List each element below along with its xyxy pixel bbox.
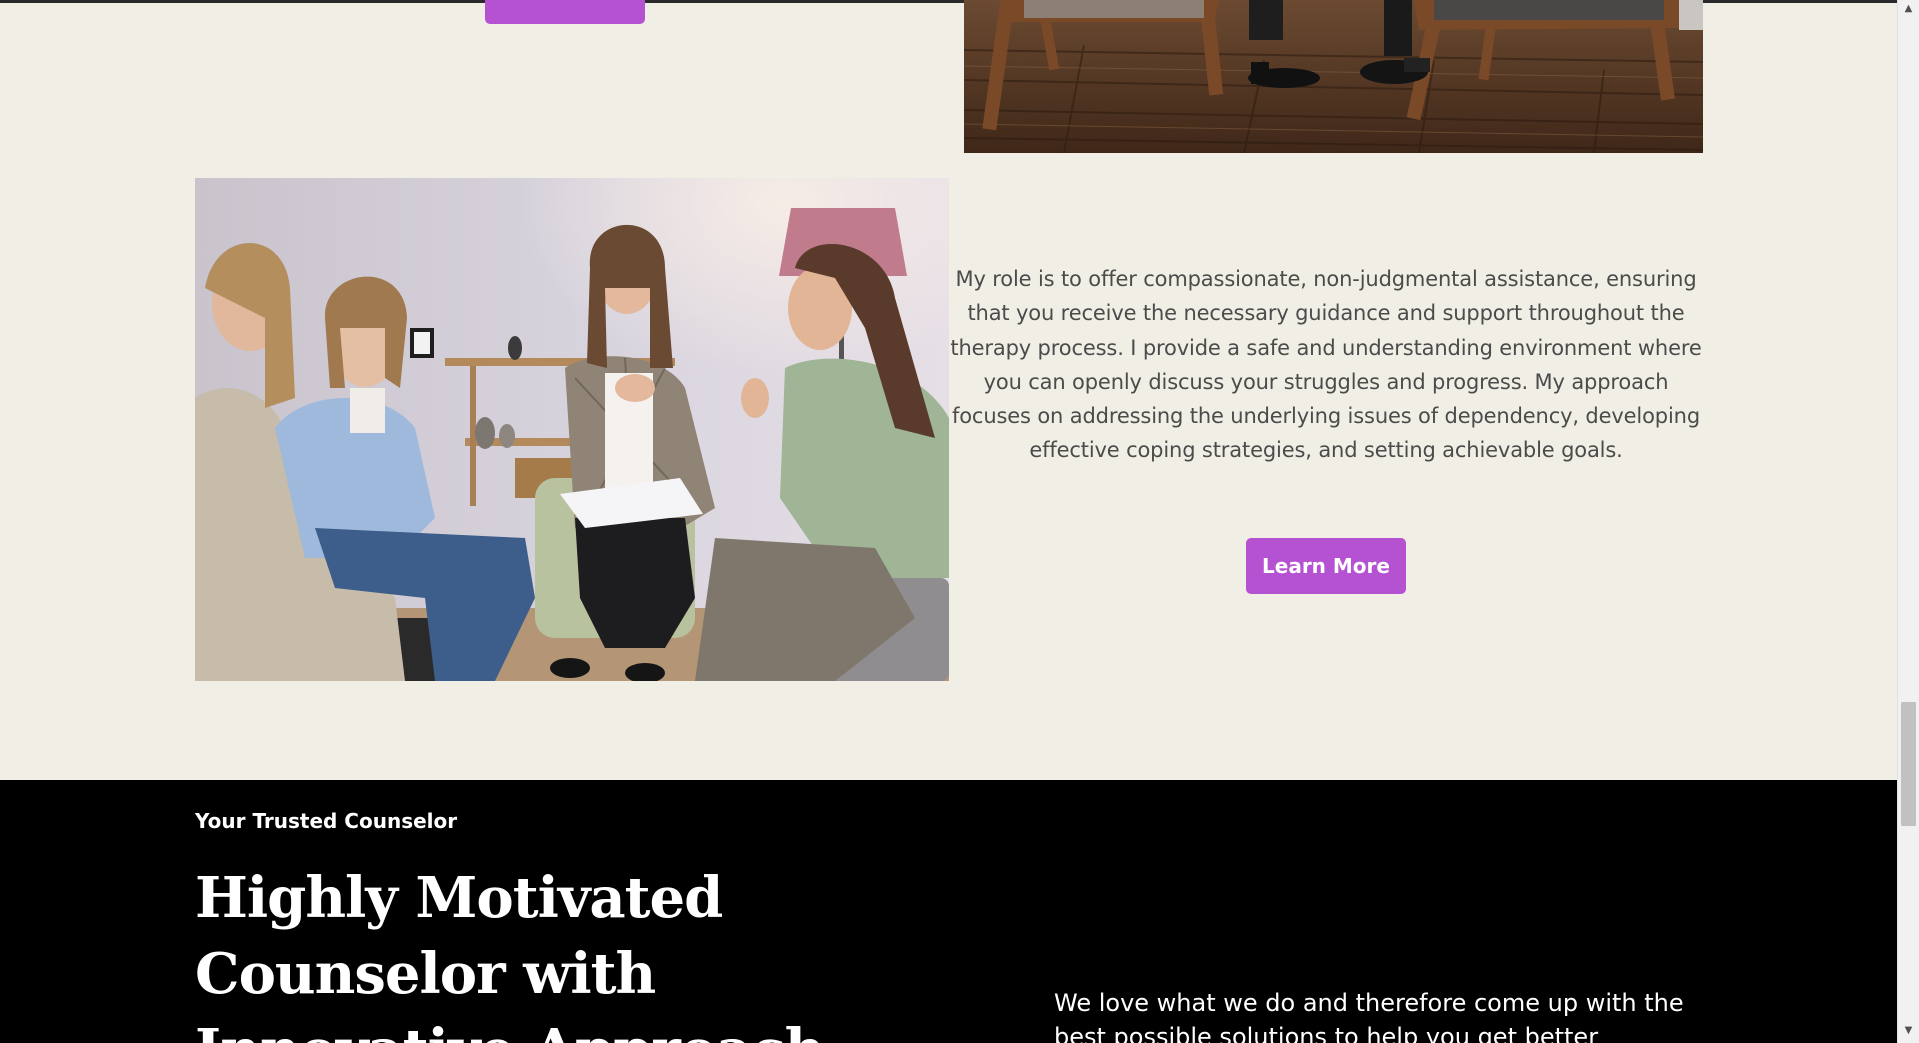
page-viewport: My role is to offer compassionate, non-j… xyxy=(0,0,1897,1043)
group-therapy-session-photo xyxy=(195,178,949,681)
learn-more-button[interactable]: Learn More xyxy=(1246,538,1406,594)
vertical-scrollbar[interactable]: ▲ ▼ xyxy=(1897,0,1919,1043)
section-headline: Highly Motivated Counselor with Innovati… xyxy=(195,865,825,1043)
scroll-down-arrow-icon[interactable]: ▼ xyxy=(1898,1022,1919,1040)
therapy-chairs-photo xyxy=(964,0,1703,153)
section-eyebrow: Your Trusted Counselor xyxy=(195,809,458,833)
scrollbar-thumb[interactable] xyxy=(1901,702,1916,826)
about-paragraph: My role is to offer compassionate, non-j… xyxy=(950,267,1702,463)
scroll-up-arrow-icon[interactable]: ▲ xyxy=(1898,0,1919,18)
partial-cta-button[interactable] xyxy=(485,0,645,24)
section-intro: We love what we do and therefore come up… xyxy=(1054,989,1684,1043)
